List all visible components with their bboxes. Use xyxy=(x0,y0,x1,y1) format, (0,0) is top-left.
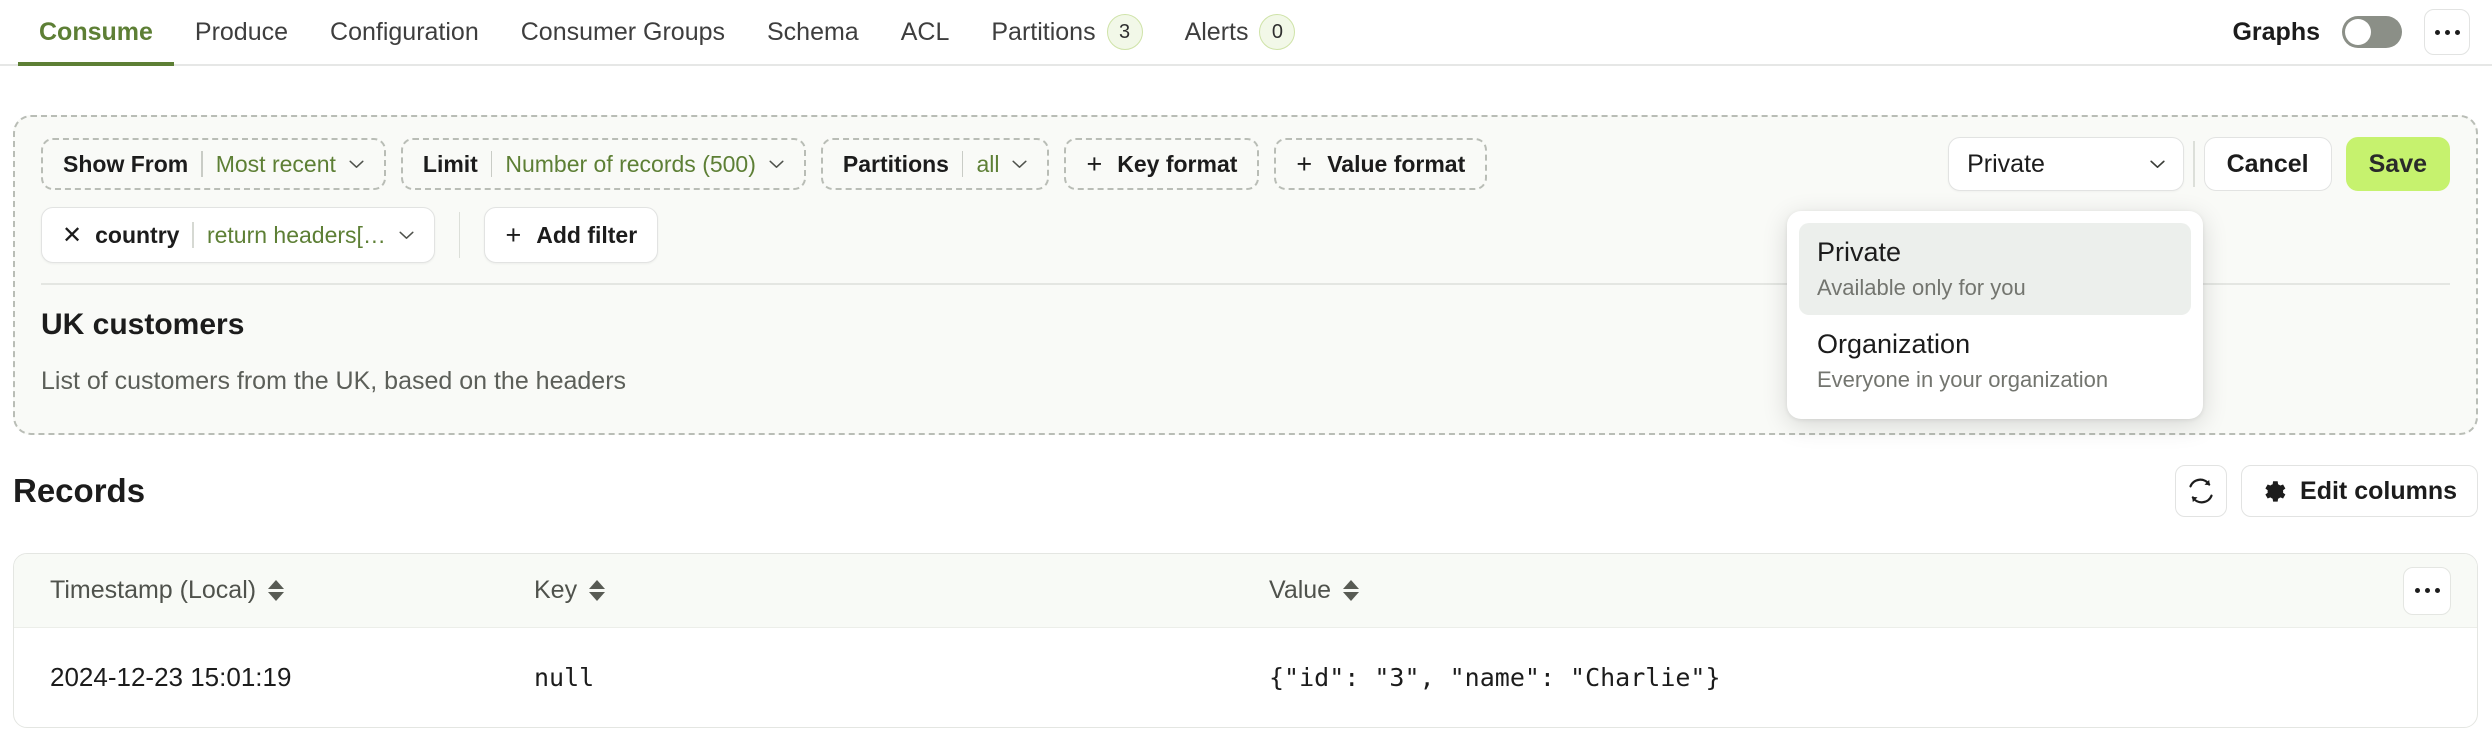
sort-icon[interactable] xyxy=(268,580,285,601)
save-button[interactable]: Save xyxy=(2345,137,2450,191)
dropdown-option-private[interactable]: Private Available only for you xyxy=(1799,223,2191,315)
divider xyxy=(2193,141,2195,187)
filter-chip-country[interactable]: ✕ country return headers[… xyxy=(41,207,435,263)
column-header-key[interactable]: Key xyxy=(534,576,1269,605)
graphs-toggle[interactable] xyxy=(2342,16,2402,48)
tab-consume[interactable]: Consume xyxy=(18,0,174,66)
tab-alerts[interactable]: Alerts 0 xyxy=(1164,0,1317,64)
table-row[interactable]: 2024-12-23 15:01:19 null {"id": "3", "na… xyxy=(14,628,2477,726)
tab-label: Configuration xyxy=(330,17,479,46)
visibility-dropdown-menu: Private Available only for you Organizat… xyxy=(1787,211,2203,419)
partitions-value: all xyxy=(976,150,1000,177)
tab-label: Consumer Groups xyxy=(520,17,725,46)
refresh-button[interactable] xyxy=(2175,465,2228,517)
plus-icon: + xyxy=(1086,148,1103,179)
tab-list: Consume Produce Configuration Consumer G… xyxy=(18,0,1317,66)
limit-label: Limit xyxy=(422,150,478,177)
topbar-actions: Graphs xyxy=(2232,9,2470,55)
filter-expression-value: return headers[… xyxy=(206,221,386,248)
refresh-icon xyxy=(2189,478,2213,504)
tab-partitions[interactable]: Partitions 3 xyxy=(970,0,1163,64)
records-title: Records xyxy=(13,472,146,509)
partitions-count-badge: 3 xyxy=(1106,14,1143,50)
add-filter-label: Add filter xyxy=(536,221,638,248)
visibility-value: Private xyxy=(1967,149,2045,178)
close-icon[interactable]: ✕ xyxy=(62,221,82,250)
query-save-actions: Private Cancel Save xyxy=(1948,137,2450,191)
tab-label: ACL xyxy=(900,17,950,46)
add-key-format-button[interactable]: + Key format xyxy=(1064,138,1260,190)
cancel-button[interactable]: Cancel xyxy=(2203,137,2332,191)
tab-label: Alerts xyxy=(1184,17,1249,46)
ellipsis-icon xyxy=(2414,588,2440,593)
plus-icon: + xyxy=(505,219,522,250)
add-filter-button[interactable]: + Add filter xyxy=(484,207,659,263)
divider xyxy=(961,151,964,177)
option-title: Private xyxy=(1817,237,1902,267)
divider xyxy=(192,222,194,248)
chevron-down-icon xyxy=(2150,160,2165,168)
tab-label: Schema xyxy=(767,17,859,46)
cell-key: null xyxy=(534,662,595,692)
divider xyxy=(458,212,461,258)
records-header: Records Edit columns xyxy=(13,465,2478,517)
limit-value: Number of records (500) xyxy=(505,150,756,177)
tab-schema[interactable]: Schema xyxy=(746,0,880,64)
tab-label: Produce xyxy=(194,17,289,46)
records-table: Timestamp (Local) Key Value 2024-12-23 1… xyxy=(13,553,2478,728)
column-header-value[interactable]: Value xyxy=(1269,576,2403,605)
show-from-selector[interactable]: Show From Most recent xyxy=(41,138,386,190)
column-label: Value xyxy=(1269,576,1332,604)
tab-produce[interactable]: Produce xyxy=(174,0,309,64)
chevron-down-icon xyxy=(769,160,784,168)
filter-field-label: country xyxy=(95,221,180,248)
sort-icon[interactable] xyxy=(589,580,606,601)
tab-consumer-groups[interactable]: Consumer Groups xyxy=(500,0,746,64)
partitions-label: Partitions xyxy=(842,150,949,177)
option-subtitle: Everyone in your organization xyxy=(1817,367,2109,392)
divider xyxy=(490,151,493,177)
cell-value: {"id": "3", "name": "Charlie"} xyxy=(1269,662,1721,692)
gear-icon xyxy=(2265,481,2286,502)
key-format-label: Key format xyxy=(1117,150,1238,177)
tab-configuration[interactable]: Configuration xyxy=(309,0,500,64)
limit-selector[interactable]: Limit Number of records (500) xyxy=(400,138,806,190)
topbar: Consume Produce Configuration Consumer G… xyxy=(0,0,2492,66)
alerts-count-badge: 0 xyxy=(1259,14,1296,50)
column-label: Timestamp (Local) xyxy=(50,576,257,604)
tab-label: Consume xyxy=(39,17,153,46)
value-format-label: Value format xyxy=(1327,150,1466,177)
ellipsis-icon xyxy=(2434,29,2460,35)
tab-label: Partitions xyxy=(991,17,1096,46)
visibility-select[interactable]: Private xyxy=(1948,137,2185,191)
option-title: Organization xyxy=(1817,329,1971,359)
dropdown-option-organization[interactable]: Organization Everyone in your organizati… xyxy=(1799,315,2191,407)
partitions-selector[interactable]: Partitions all xyxy=(820,138,1050,190)
chevron-down-icon xyxy=(1012,160,1028,168)
add-value-format-button[interactable]: + Value format xyxy=(1274,138,1488,190)
query-options-row: Show From Most recent Limit Number of re… xyxy=(41,137,2450,191)
option-subtitle: Available only for you xyxy=(1817,275,2026,300)
divider xyxy=(201,151,203,177)
graphs-label: Graphs xyxy=(2232,17,2320,46)
column-header-timestamp[interactable]: Timestamp (Local) xyxy=(50,576,534,605)
column-label: Key xyxy=(534,576,578,604)
sort-icon[interactable] xyxy=(1343,580,1360,601)
plus-icon: + xyxy=(1296,148,1313,179)
show-from-value: Most recent xyxy=(215,150,336,177)
tab-acl[interactable]: ACL xyxy=(880,0,971,64)
topbar-overflow-button[interactable] xyxy=(2424,9,2470,55)
table-header-row: Timestamp (Local) Key Value xyxy=(14,554,2477,628)
table-actions xyxy=(2403,566,2451,615)
table-overflow-button[interactable] xyxy=(2403,566,2451,615)
chevron-down-icon xyxy=(399,231,414,239)
cell-timestamp: 2024-12-23 15:01:19 xyxy=(50,661,292,692)
edit-columns-label: Edit columns xyxy=(2300,476,2457,505)
chevron-down-icon xyxy=(349,160,364,168)
toggle-knob xyxy=(2345,19,2371,45)
show-from-label: Show From xyxy=(63,150,189,177)
records-actions: Edit columns xyxy=(2175,465,2478,517)
edit-columns-button[interactable]: Edit columns xyxy=(2241,465,2478,517)
